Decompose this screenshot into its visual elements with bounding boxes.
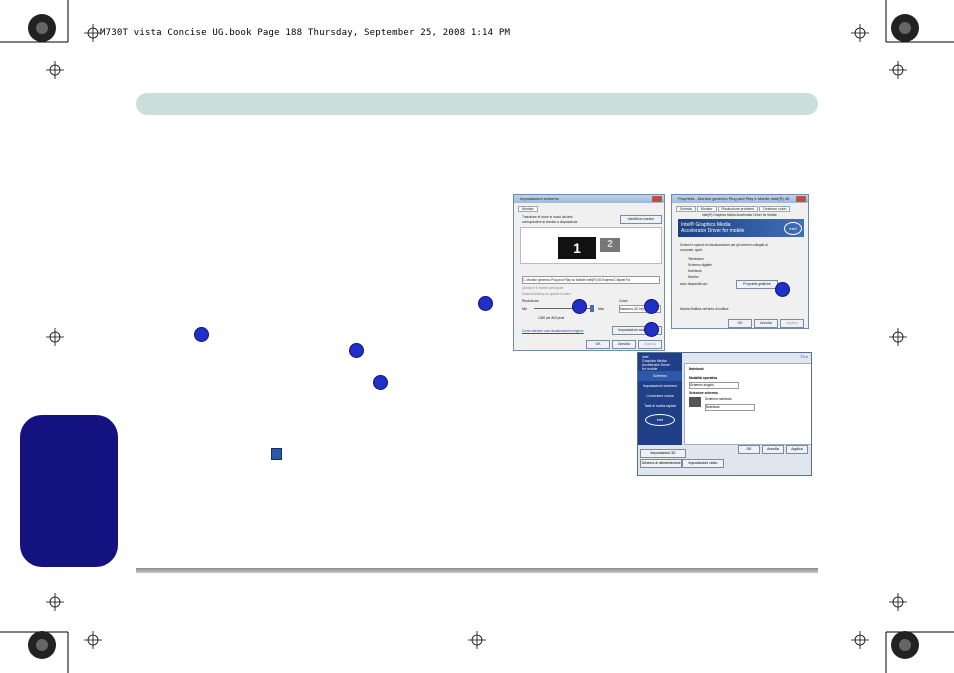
display-select-label: Selezione schermo (689, 391, 718, 395)
tab-monitor[interactable]: Monitor (518, 206, 538, 212)
instructions-line-2: corrispondere ai monitor a disposizione. (522, 220, 579, 224)
ok-button[interactable]: OK (738, 445, 760, 454)
tab-troubleshoot[interactable]: Risoluzione problemi (717, 206, 759, 212)
notebook-display-checkbox[interactable]: Schermo notebook (705, 397, 732, 401)
colors-label: Colori: (619, 299, 629, 303)
intel-content-area: Notebook Modalità operativa Schermo sing… (684, 363, 811, 445)
primary-monitor-checkbox[interactable]: Questo è il monitor principale (522, 286, 563, 290)
intel-sidebar: intel Graphics Media Accelerator Driver … (638, 353, 682, 445)
callout-circle (775, 282, 790, 297)
power-scheme-button[interactable]: Schema di alimentazione (640, 459, 682, 468)
apply-button[interactable]: Applica (638, 340, 662, 349)
callout-circle (644, 299, 659, 314)
tab-color-management[interactable]: Gestione colori (759, 206, 791, 212)
tab-intel-driver[interactable]: Intel(R) Graphics Media Accelerator Driv… (702, 213, 777, 217)
apply-button[interactable]: Applica (786, 445, 808, 454)
help-info-close-icons[interactable]: ? i × (800, 354, 808, 359)
monitor-select[interactable]: 1. Monitor generico Plug and Play su Mob… (522, 276, 660, 284)
identify-monitors-button[interactable]: Identifica monitor (620, 215, 662, 224)
monitor-2[interactable]: 2 (600, 238, 620, 252)
ok-button[interactable]: OK (728, 319, 752, 328)
mode-label: Modalità operativa (689, 376, 717, 380)
apply-button[interactable]: Applica (780, 319, 804, 328)
sidebar-item-schermo[interactable]: Schermo (638, 371, 682, 381)
callout-circle (373, 375, 388, 390)
section-header-band (136, 93, 818, 115)
available-here-label: sono disponibili qui: (680, 282, 708, 286)
notebook-icon (689, 397, 701, 407)
list-item: Schermo digitale (688, 263, 712, 267)
graphics-properties-button[interactable]: Proprietà grafiche (736, 280, 778, 289)
list-item: Monitor (688, 275, 699, 279)
extend-desktop-checkbox[interactable]: Estendi desktop su questo monitor (522, 292, 571, 296)
tab-scheda[interactable]: Scheda (676, 206, 696, 212)
intel-banner: Intel® Graphics Media Accelerator Driver… (678, 219, 804, 237)
close-icon[interactable] (652, 196, 662, 202)
banner-line-2: Accelerator Driver for mobile (681, 228, 745, 234)
help-link[interactable]: Come ottenere una visualizzazione miglio… (522, 329, 584, 333)
intel-control-panel: intel Graphics Media Accelerator Driver … (637, 352, 812, 476)
video-settings-button[interactable]: Impostazioni video (682, 459, 724, 468)
intro-line-1: Schemi e opzioni di visualizzazione per … (680, 243, 768, 247)
cancel-button[interactable]: Annulla (762, 445, 784, 454)
cancel-button[interactable]: Annulla (612, 340, 636, 349)
callout-circle (349, 343, 364, 358)
screen-settings-dialog: Impostazioni schermo Monitor Trascinare … (513, 194, 665, 351)
sidebar-item-hotkeys[interactable]: Tasti di scelta rapida (638, 401, 682, 411)
resolution-label: Risoluzione: (522, 299, 540, 303)
callout-circle (644, 322, 659, 337)
intel-graphics-tray-icon (271, 448, 282, 460)
footer-rule (136, 568, 818, 573)
close-icon[interactable] (796, 196, 806, 202)
display-select[interactable]: Notebook (705, 404, 755, 411)
instructions-line-1: Trascinare le icone in modo da farle (522, 215, 573, 219)
resolution-max: Max (598, 307, 605, 311)
resolution-value: 1280 per 800 pixel (538, 316, 565, 320)
resolution-slider-thumb[interactable] (590, 305, 594, 312)
side-thumb-tab (20, 415, 118, 567)
sidebar-item-screen-settings[interactable]: Impostazioni schermo (638, 381, 682, 391)
tab-monitor[interactable]: Monitor (696, 206, 717, 212)
intro-line-2: computer, quali: (680, 248, 703, 252)
ok-button[interactable]: OK (586, 340, 610, 349)
list-item: Televisione (688, 257, 704, 261)
dialog-title: Impostazioni schermo (514, 195, 664, 203)
list-item: Notebook (688, 269, 702, 273)
callout-circle (478, 296, 493, 311)
callout-circle (194, 327, 209, 342)
intel-logo: intel (784, 222, 802, 235)
sidebar-item-color-correction[interactable]: Correzione colore (638, 391, 682, 401)
callout-circle (572, 299, 587, 314)
print-header: M730T vista Concise UG.book Page 188 Thu… (100, 28, 511, 38)
tray-checkbox[interactable]: Mostra Notifica nell'area di notifica (680, 307, 728, 311)
tab-notebook[interactable]: Notebook (689, 367, 704, 371)
mode-select[interactable]: Schermo singolo (689, 382, 739, 389)
3d-settings-button[interactable]: Impostazioni 3D (640, 449, 686, 458)
dialog-title: Proprietà - Monitor generico Plug and Pl… (672, 195, 808, 203)
monitor-1[interactable]: 1 (558, 237, 596, 259)
cancel-button[interactable]: Annulla (754, 319, 778, 328)
resolution-min: Min (522, 307, 528, 311)
properties-dialog: Proprietà - Monitor generico Plug and Pl… (671, 194, 809, 329)
intel-logo: intel (645, 414, 675, 426)
